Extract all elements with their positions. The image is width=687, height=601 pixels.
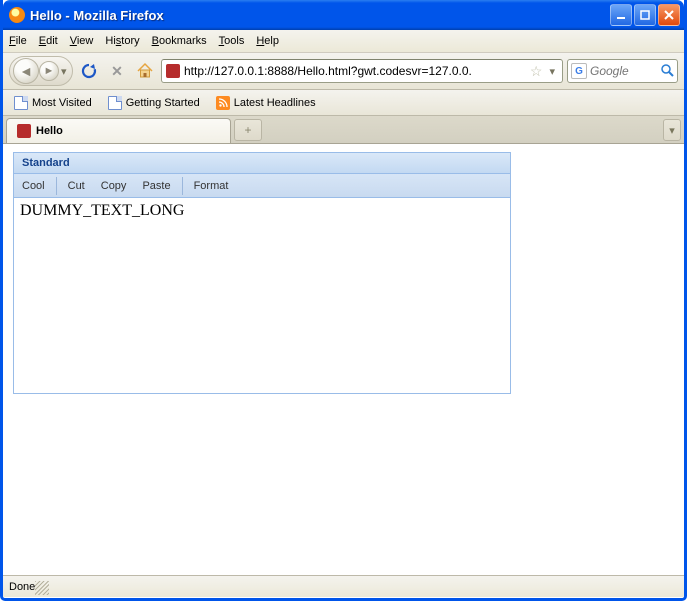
- bookmarks-toolbar: Most Visited Getting Started Latest Head…: [3, 90, 684, 116]
- window-maximize-button[interactable]: [634, 4, 656, 26]
- status-text: Done: [9, 581, 35, 593]
- url-bar[interactable]: http://127.0.0.1:8888/Hello.html?gwt.cod…: [161, 59, 563, 83]
- url-dropdown-icon[interactable]: ▾: [546, 65, 558, 78]
- toolbar-format[interactable]: Format: [186, 174, 237, 197]
- rss-icon: [216, 96, 230, 110]
- menu-tools[interactable]: Tools: [219, 35, 245, 47]
- search-bar[interactable]: G: [567, 59, 678, 83]
- menu-bar: File Edit View History Bookmarks Tools H…: [3, 30, 684, 53]
- menu-edit[interactable]: Edit: [39, 35, 58, 47]
- tab-bar: Hello + ▾: [3, 116, 684, 144]
- page-icon: [14, 96, 28, 110]
- window-close-button[interactable]: [658, 4, 680, 26]
- bookmark-label: Getting Started: [126, 97, 200, 109]
- url-text[interactable]: http://127.0.0.1:8888/Hello.html?gwt.cod…: [184, 64, 526, 78]
- tab-hello[interactable]: Hello: [6, 118, 231, 143]
- toolbar-paste[interactable]: Paste: [134, 174, 178, 197]
- panel-toolbar: Cool Cut Copy Paste Format: [14, 174, 510, 198]
- toolbar-cool[interactable]: Cool: [14, 174, 53, 197]
- history-dropdown[interactable]: ▾: [59, 65, 69, 78]
- tab-favicon: [17, 124, 31, 138]
- panel-header: Standard: [14, 153, 510, 174]
- status-bar: Done: [3, 575, 684, 597]
- page-icon: [108, 96, 122, 110]
- menu-view[interactable]: View: [70, 35, 94, 47]
- search-engine-icon[interactable]: G: [571, 63, 587, 79]
- panel-standard: Standard Cool Cut Copy Paste Format DUMM…: [13, 152, 511, 394]
- menu-help[interactable]: Help: [256, 35, 279, 47]
- bookmark-label: Most Visited: [32, 97, 92, 109]
- navigation-toolbar: ◄ ► ▾ ✕ http://127.0.0.1:8888/Hello.html…: [3, 53, 684, 90]
- bookmark-star-icon[interactable]: ☆: [530, 63, 543, 80]
- bookmark-label: Latest Headlines: [234, 97, 316, 109]
- reload-button[interactable]: [77, 59, 101, 83]
- firefox-icon: [9, 7, 25, 23]
- new-tab-button[interactable]: +: [234, 119, 262, 141]
- site-icon: [166, 64, 180, 78]
- window-minimize-button[interactable]: [610, 4, 632, 26]
- bookmark-most-visited[interactable]: Most Visited: [7, 93, 99, 113]
- toolbar-copy[interactable]: Copy: [93, 174, 135, 197]
- resize-grip[interactable]: [35, 581, 49, 595]
- bookmark-getting-started[interactable]: Getting Started: [101, 93, 207, 113]
- stop-button[interactable]: ✕: [105, 59, 129, 83]
- toolbar-cut[interactable]: Cut: [60, 174, 93, 197]
- menu-history[interactable]: History: [105, 35, 139, 47]
- toolbar-separator: [56, 177, 57, 195]
- window-title: Hello - Mozilla Firefox: [30, 8, 164, 23]
- back-button[interactable]: ◄: [13, 58, 39, 84]
- menu-bookmarks[interactable]: Bookmarks: [152, 35, 207, 47]
- menu-file[interactable]: File: [9, 35, 27, 47]
- tab-title: Hello: [36, 125, 63, 137]
- window-titlebar: Hello - Mozilla Firefox: [3, 0, 684, 30]
- search-input[interactable]: [590, 64, 657, 78]
- toolbar-separator: [182, 177, 183, 195]
- tab-list-dropdown[interactable]: ▾: [663, 119, 681, 141]
- bookmark-latest-headlines[interactable]: Latest Headlines: [209, 93, 323, 113]
- back-forward-group: ◄ ► ▾: [9, 56, 73, 86]
- search-go-icon[interactable]: [660, 63, 674, 80]
- home-button[interactable]: [133, 59, 157, 83]
- panel-body[interactable]: DUMMY_TEXT_LONG: [14, 198, 510, 393]
- page-content: Standard Cool Cut Copy Paste Format DUMM…: [3, 144, 684, 575]
- forward-button[interactable]: ►: [39, 61, 59, 81]
